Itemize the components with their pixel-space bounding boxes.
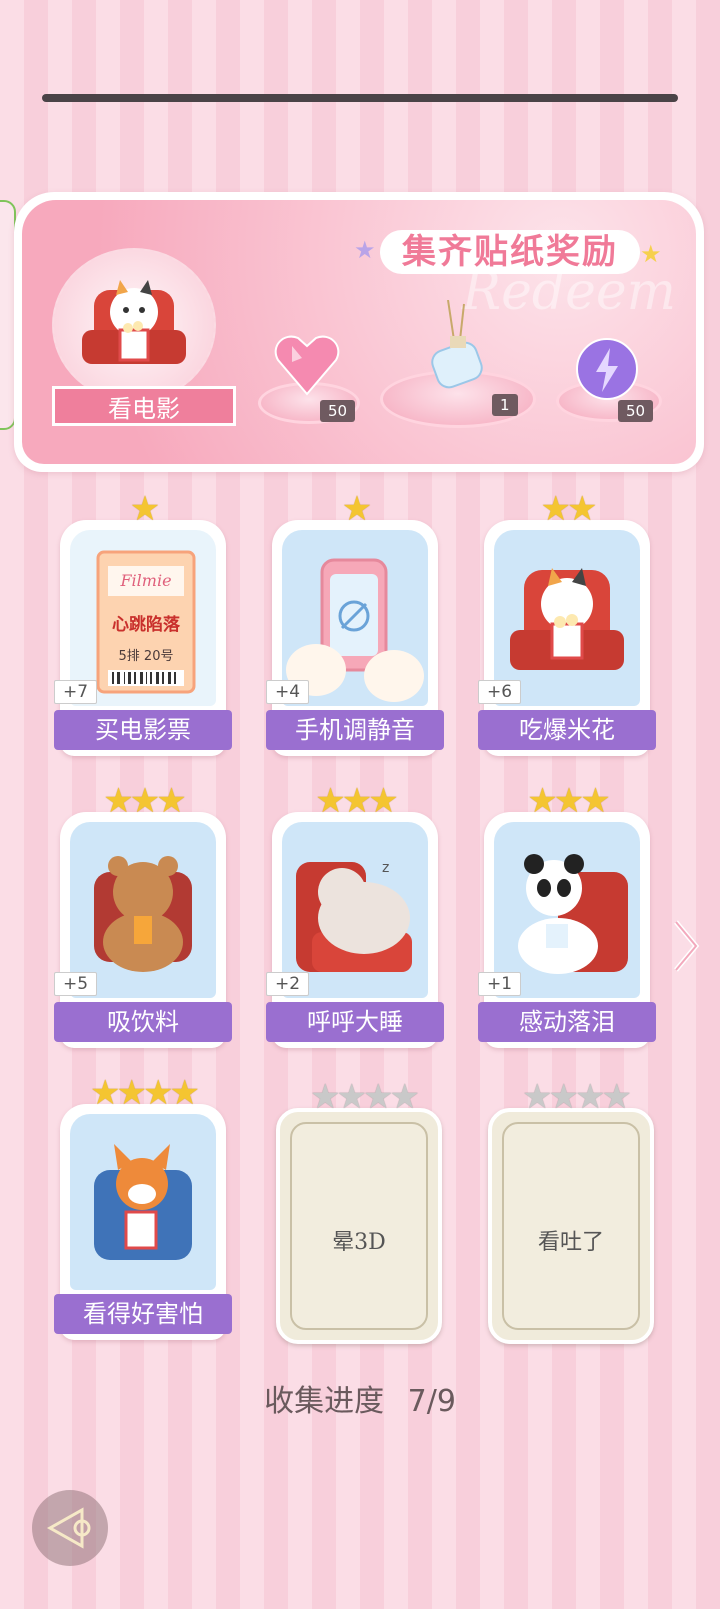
star-rating: ★ [129, 489, 160, 529]
movie-theme-icon [52, 248, 216, 402]
sticker-name: 感动落泪 [478, 1002, 656, 1042]
ticket-seat: 5排 20号 [119, 649, 174, 664]
fox-scared-art [70, 1114, 216, 1290]
bottle-charm-icon[interactable] [420, 299, 490, 404]
bonus-badge: +4 [266, 680, 310, 704]
locked-sticker-name: 晕3D [332, 1230, 386, 1255]
sticker-card[interactable]: ★★ +6 吃爆米花 [478, 490, 656, 756]
star-rating: ★★★ [103, 781, 186, 821]
star-rating: ★★★ [315, 781, 398, 821]
chevron-right-icon[interactable] [670, 916, 700, 976]
sticker-name: 吃爆米花 [478, 710, 656, 750]
sticker-name: 买电影票 [54, 710, 232, 750]
bonus-badge: +2 [266, 972, 310, 996]
reward-count: 1 [492, 394, 518, 416]
lightning-orb-icon[interactable] [572, 336, 642, 406]
star-rating: ★★★ [527, 781, 610, 821]
ticket-title: 心跳陷落 [112, 614, 181, 635]
svg-text:z: z [382, 860, 389, 876]
star-rating: ★★★★ [90, 1073, 200, 1113]
sticker-card[interactable]: ★★★ +5 吸饮料 [54, 782, 232, 1048]
sticker-name: 手机调静音 [266, 710, 444, 750]
star-rating: ★★★★ [522, 1077, 632, 1117]
sticker-name: 呼呼大睡 [266, 1002, 444, 1042]
star-rating: ★ [341, 489, 372, 529]
back-button[interactable] [32, 1490, 108, 1566]
sticker-name: 吸饮料 [54, 1002, 232, 1042]
star-icon: ★ [354, 236, 376, 264]
heart-gem-icon[interactable] [272, 332, 342, 402]
star-icon: ★ [640, 240, 662, 268]
sticker-name: 看得好害怕 [54, 1294, 232, 1334]
sticker-card[interactable]: ★ Filmie 心跳陷落 5排 20号 +7 买电影票 [54, 490, 232, 756]
progress-value: 7/9 [407, 1384, 456, 1419]
locked-sticker-card[interactable]: ★★★★ 看吐了 [488, 1078, 654, 1344]
locked-sticker-card[interactable]: ★★★★ 晕3D [276, 1078, 442, 1344]
top-progress-bar [42, 94, 678, 102]
bonus-badge: +7 [54, 680, 98, 704]
theme-label: 看电影 [52, 386, 236, 426]
ticket-brand: Filmie [119, 571, 171, 590]
reward-banner: Redeem ★ 集齐贴纸奖励 ★ 看电影 50 1 50 [14, 192, 704, 472]
back-arrow-icon [46, 1507, 91, 1549]
reward-count: 50 [320, 400, 356, 422]
collection-progress: 收集进度 7/9 [0, 1376, 720, 1420]
reward-count: 50 [618, 400, 654, 422]
sticker-card[interactable]: ★ +4 手机调静音 [266, 490, 444, 756]
banner-title: 集齐贴纸奖励 [380, 230, 640, 274]
bonus-badge: +6 [478, 680, 522, 704]
star-rating: ★★ [540, 489, 598, 529]
bonus-badge: +5 [54, 972, 98, 996]
progress-label: 收集进度 [264, 1384, 385, 1419]
star-rating: ★★★★ [310, 1077, 420, 1117]
sticker-card[interactable]: ★★★★ 看得好害怕 [54, 1074, 232, 1340]
sticker-card[interactable]: ★★★ +1 感动落泪 [478, 782, 656, 1048]
locked-sticker-name: 看吐了 [537, 1230, 604, 1255]
bonus-badge: +1 [478, 972, 522, 996]
sticker-card[interactable]: ★★★ z +2 呼呼大睡 [266, 782, 444, 1048]
